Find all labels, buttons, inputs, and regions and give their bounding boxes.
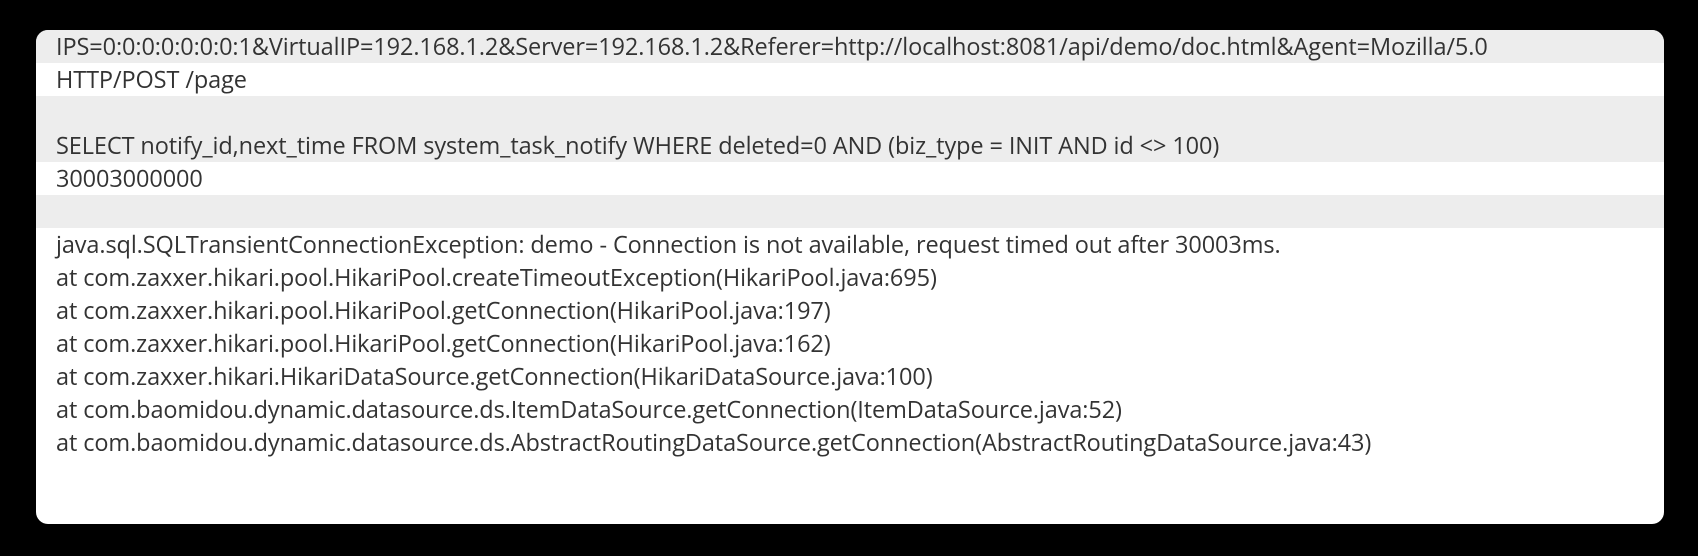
log-line: at com.baomidou.dynamic.datasource.ds.Ab… [36,426,1664,459]
log-line: HTTP/POST /page [36,63,1664,96]
log-line: at com.zaxxer.hikari.pool.HikariPool.get… [36,294,1664,327]
log-line: IPS=0:0:0:0:0:0:0:1&VirtualIP=192.168.1.… [36,30,1664,63]
log-line: java.sql.SQLTransientConnectionException… [36,228,1664,261]
log-line: SELECT notify_id,next_time FROM system_t… [36,129,1664,162]
log-line: at com.zaxxer.hikari.pool.HikariPool.cre… [36,261,1664,294]
log-line-empty [36,96,1664,129]
log-line: at com.zaxxer.hikari.HikariDataSource.ge… [36,360,1664,393]
log-line: at com.baomidou.dynamic.datasource.ds.It… [36,393,1664,426]
log-line: 30003000000 [36,162,1664,195]
log-panel: IPS=0:0:0:0:0:0:0:1&VirtualIP=192.168.1.… [36,30,1664,524]
log-line: at com.zaxxer.hikari.pool.HikariPool.get… [36,327,1664,360]
log-line-empty [36,195,1664,228]
